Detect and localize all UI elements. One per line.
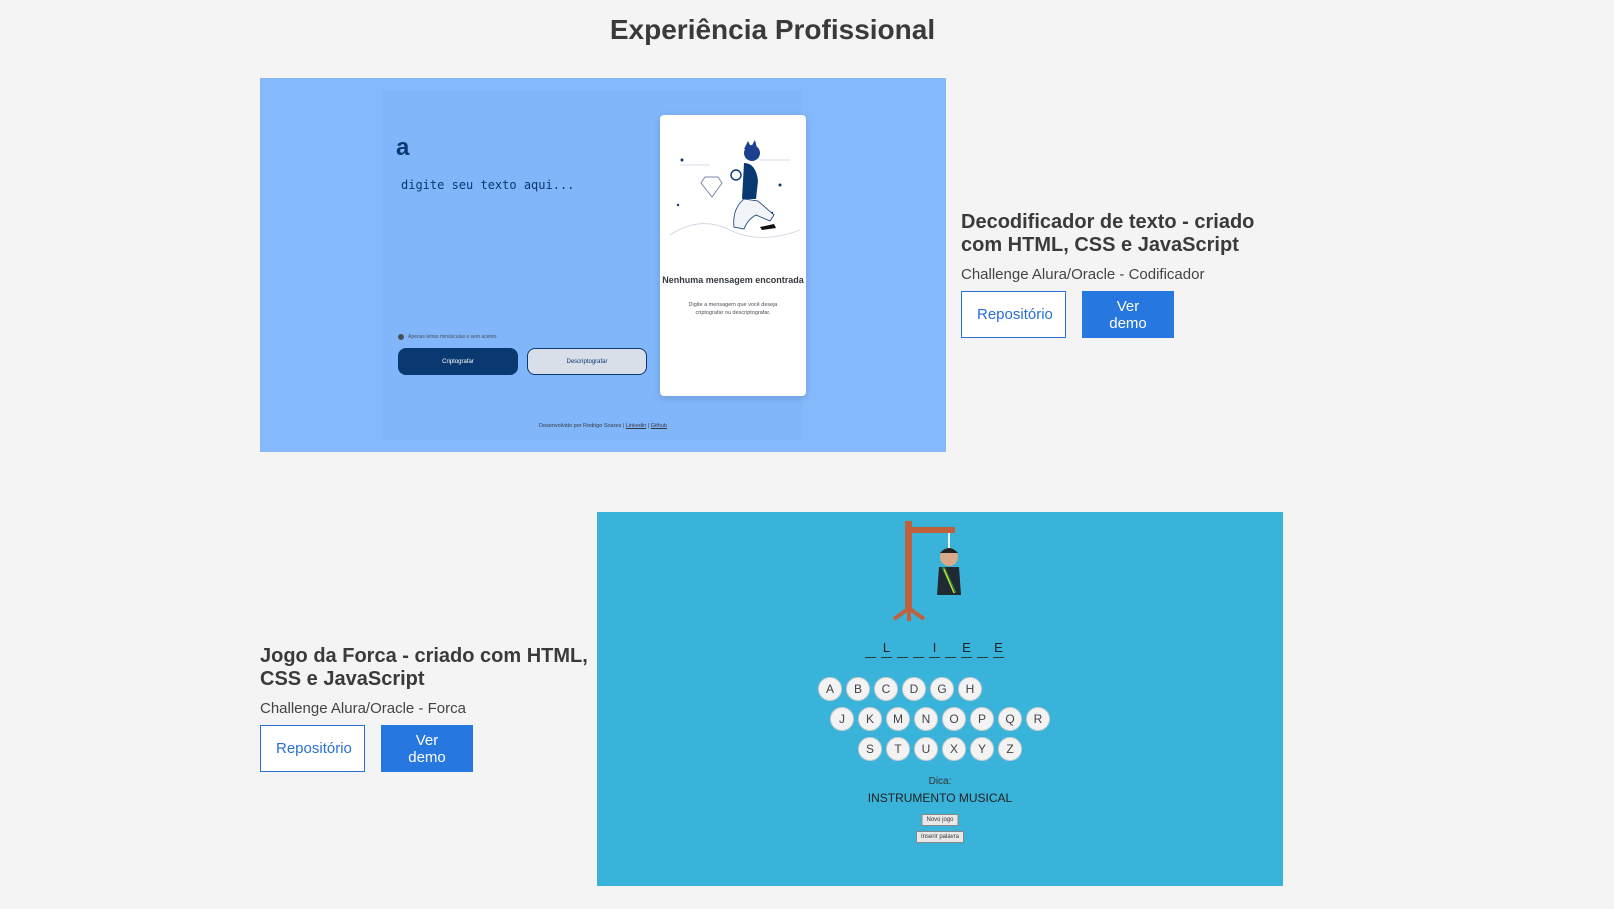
project-actions: Repositório Ver demo <box>260 725 590 772</box>
word-letter-slot: I <box>929 640 940 658</box>
preview-footer-separator: | <box>647 423 650 429</box>
word-letter-slot: E <box>993 640 1004 658</box>
preview-empty-title: Nenhuma mensagem encontrada <box>662 275 804 285</box>
gallows-icon <box>892 521 961 621</box>
letter-key-c: C <box>874 677 898 701</box>
project-info-decodificador: Decodificador de texto - criado com HTML… <box>961 211 1261 338</box>
word-letter-slot: L <box>881 640 892 658</box>
letter-key-r: R <box>1026 707 1050 731</box>
info-icon <box>398 334 404 340</box>
word-letter-slot <box>977 640 988 658</box>
letter-key-t: T <box>886 737 910 761</box>
word-letter-slot <box>865 640 876 658</box>
word-letter-slot <box>897 640 908 658</box>
letter-key-b: B <box>846 677 870 701</box>
letter-key-o: O <box>942 707 966 731</box>
letter-key-m: M <box>886 707 910 731</box>
hidden-word: LIEE <box>865 640 1004 658</box>
word-letter-slot: E <box>961 640 972 658</box>
view-demo-button[interactable]: Ver demo <box>381 725 473 772</box>
letter-key-p: P <box>970 707 994 731</box>
preview-footer-linkedin: Linkedin <box>625 423 647 429</box>
preview-empty-text: Digite a mensagem que você deseja cripto… <box>688 302 778 316</box>
preview-footer-github: Github <box>650 423 667 429</box>
preview-footer: Desenvolvido por Rodrigo Soares | Linked… <box>260 423 946 429</box>
project-title: Jogo da Forca - criado com HTML, CSS e J… <box>260 645 588 690</box>
letter-key-s: S <box>858 737 882 761</box>
project-subtitle: Challenge Alura/Oracle - Forca <box>260 700 466 717</box>
project-preview-forca: L I E E ABCDGH JKMNOPQR STUXYZ Dica: INSTRUME… <box>597 512 1283 886</box>
letter-key-h: H <box>958 677 982 701</box>
preview-footer-text: Desenvolvido por Rodrigo Soares | <box>539 423 625 429</box>
project-preview-decodificador: a digite seu texto aqui... Apenas letras… <box>260 78 946 452</box>
letter-key-y: Y <box>970 737 994 761</box>
letter-key-j: J <box>830 707 854 731</box>
word-letter-slot <box>945 640 956 658</box>
letter-key-k: K <box>858 707 882 731</box>
project-title: Decodificador de texto - criado com HTML… <box>961 211 1255 256</box>
word-letter-slot <box>913 640 924 658</box>
keyboard-row: ABCDGH <box>597 677 1243 701</box>
preview-decrypt-button: Descriptografar <box>527 348 647 375</box>
preview-insert-word-button: Inserir palavra <box>915 831 965 843</box>
preview-hint-text: Apenas letras minúsculas e sem acento. <box>408 334 498 340</box>
letter-key-x: X <box>942 737 966 761</box>
view-demo-button[interactable]: Ver demo <box>1082 291 1174 338</box>
preview-hint: Apenas letras minúsculas e sem acento. <box>398 334 498 340</box>
preview-encrypt-button: Criptografar <box>398 348 518 375</box>
hint-label: Dica: <box>928 776 952 787</box>
letter-key-n: N <box>914 707 938 731</box>
project-actions: Repositório Ver demo <box>961 291 1261 338</box>
letter-key-g: G <box>930 677 954 701</box>
letter-key-q: Q <box>998 707 1022 731</box>
letter-keyboard: ABCDGH JKMNOPQR STUXYZ <box>597 677 1283 767</box>
repository-button[interactable]: Repositório <box>260 725 365 772</box>
person-magnifier-illustration-icon <box>669 140 801 238</box>
preview-text-placeholder: digite seu texto aqui... <box>401 178 575 192</box>
preview-output-panel: Nenhuma mensagem encontrada Digite a men… <box>660 115 806 396</box>
keyboard-row: JKMNOPQR <box>597 707 1283 731</box>
letter-key-d: D <box>902 677 926 701</box>
letter-key-u: U <box>914 737 938 761</box>
hint-value: INSTRUMENTO MUSICAL <box>867 791 1013 805</box>
alura-logo-icon: a <box>396 134 410 161</box>
project-info-forca: Jogo da Forca - criado com HTML, CSS e J… <box>260 645 590 772</box>
page-title: Experiência Profissional <box>609 14 936 45</box>
letter-key-z: Z <box>998 737 1022 761</box>
letter-key-a: A <box>818 677 842 701</box>
repository-button[interactable]: Repositório <box>961 291 1066 338</box>
keyboard-row: STUXYZ <box>597 737 1283 761</box>
project-subtitle: Challenge Alura/Oracle - Codificador <box>961 266 1205 283</box>
preview-new-game-button: Novo jogo <box>921 814 959 826</box>
